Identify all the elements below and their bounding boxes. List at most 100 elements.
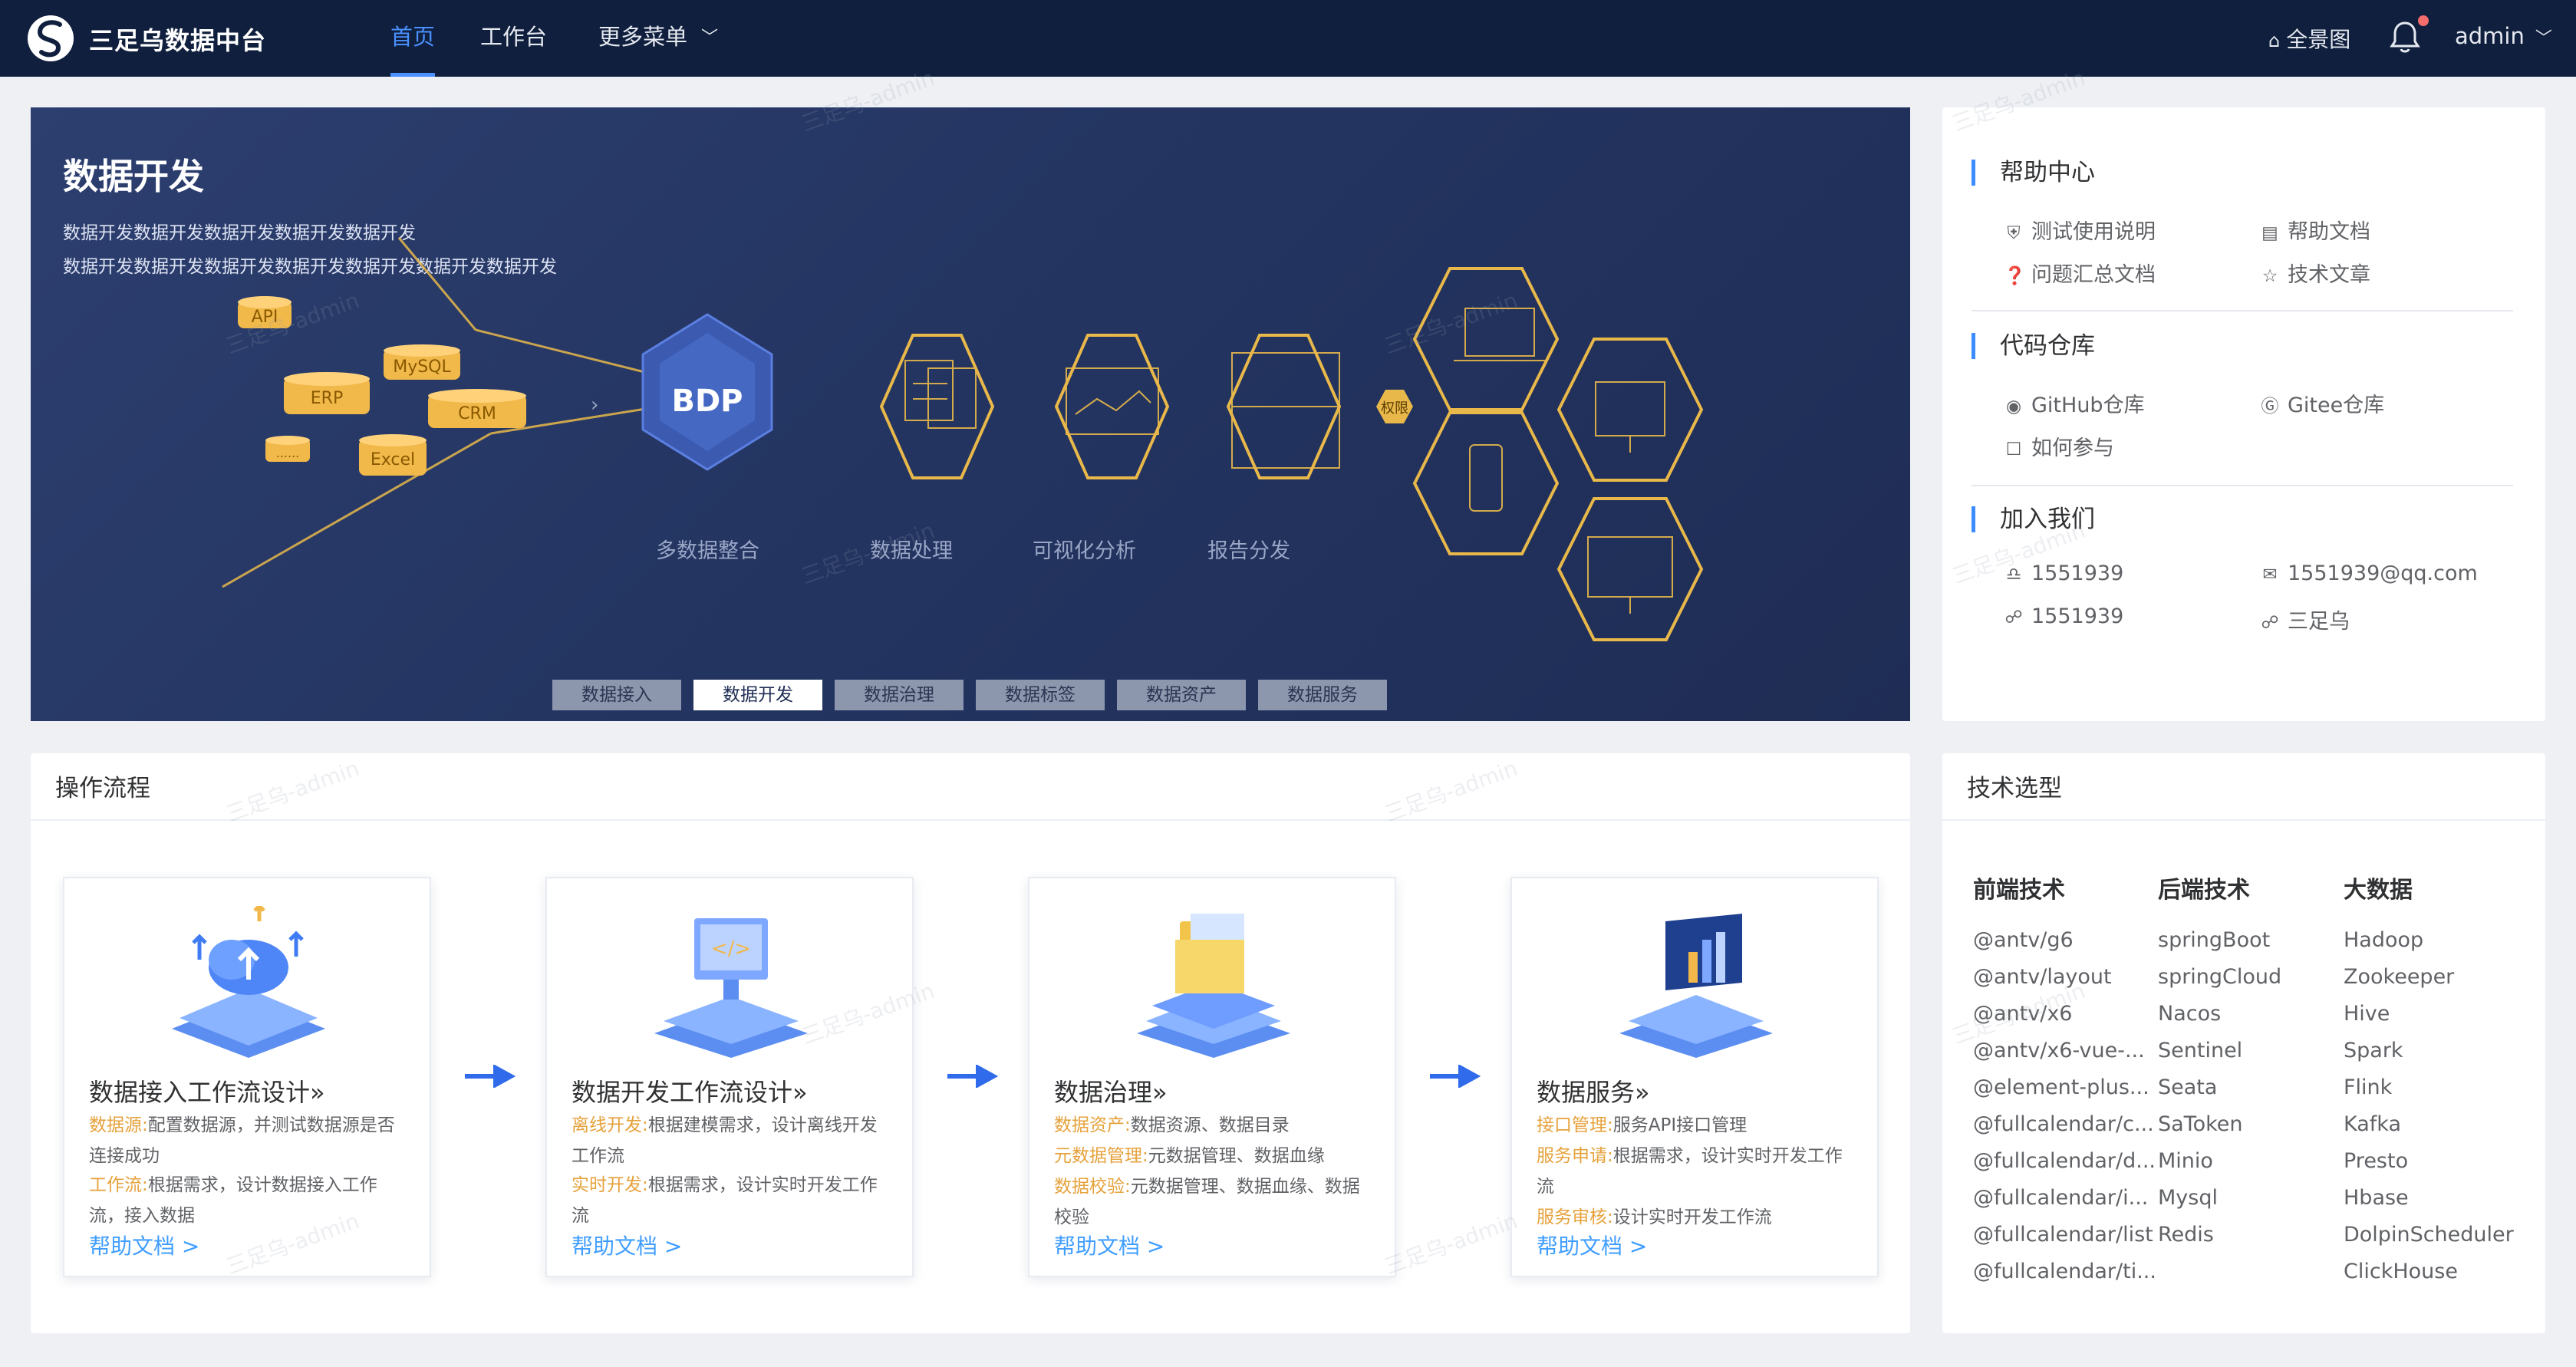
help-item-label: 1551939 (2031, 562, 2124, 585)
flow-arrow-icon (465, 1065, 516, 1088)
tech-item: @fullcalendar/c... (1973, 1112, 2154, 1136)
tab-data-governance[interactable]: 数据治理 (835, 680, 964, 710)
tech-item: Nacos (2158, 1002, 2222, 1026)
nav-home[interactable]: 首页 (390, 0, 436, 77)
source-cylinders: API MySQL ERP CRM Excel ...... (238, 296, 526, 476)
divider (1972, 485, 2513, 486)
star-icon: ☆ (2261, 266, 2278, 286)
help-item-label: 三足乌 (2288, 610, 2350, 634)
permission-label: 权限 (1381, 400, 1408, 417)
flow-desc-line: 服务申请:根据需求，设计实时开发工作流 (1537, 1146, 1843, 1197)
flow-arrow-icon (1430, 1065, 1481, 1088)
nav-workbench[interactable]: 工作台 (480, 0, 547, 77)
cloud-upload-icon (172, 906, 325, 1058)
tv-icon (1587, 536, 1673, 598)
user-menu[interactable]: admin ﹀ (2455, 23, 2552, 49)
bigdata-tech-heading: 大数据 (2344, 877, 2413, 904)
tech-item: @element-plus... (1973, 1075, 2149, 1099)
logo-icon[interactable] (26, 14, 75, 63)
github-link[interactable]: ◉ GitHub仓库 (2004, 388, 2145, 418)
app-title: 三足乌数据中台 (89, 26, 267, 55)
double-chevron-icon: » (1152, 1078, 1168, 1107)
test-instructions-link[interactable]: ⛨ 测试使用说明 (2004, 215, 2156, 245)
tech-item: DolpinScheduler (2344, 1223, 2514, 1247)
laptop-icon (1464, 308, 1535, 357)
flow-desc-line: 工作流:根据需求，设计数据接入工作流，接入数据 (89, 1175, 377, 1226)
bdp-core: BDP (641, 313, 773, 471)
flow-step-title: 数据治理» (1054, 1078, 1168, 1107)
mysql-cylinder: MySQL (384, 344, 460, 380)
faq-docs-link[interactable]: ❓ 问题汇总文档 (2004, 258, 2156, 288)
flow-step-governance[interactable]: 数据治理» 数据资产:数据资源、数据目录 元数据管理:元数据管理、数据血缘 数据… (1028, 877, 1396, 1277)
flow-desc-line: 数据源:配置数据源，并测试数据源是否连接成功 (89, 1115, 395, 1166)
flow-desc-line: 元数据管理:元数据管理、数据血缘 (1054, 1146, 1325, 1166)
permission-hexagon: 权限 (1376, 390, 1413, 423)
flow-step-title: 数据服务» (1537, 1078, 1650, 1107)
flow-step-dev[interactable]: </> 数据开发工作流设计» 离线开发:根据建模需求，设计离线开发工作流 实时开… (545, 877, 914, 1277)
tech-item: Seata (2158, 1075, 2218, 1099)
gitee-icon: Ⓖ (2261, 397, 2279, 417)
nav-more-menu[interactable]: 更多菜单 ﹀ (598, 0, 718, 77)
wechat-icon: ☍ (2261, 613, 2279, 633)
double-chevron-icon: » (310, 1078, 325, 1107)
help-docs-link[interactable]: ▤ 帮助文档 (2260, 215, 2370, 245)
help-doc-link[interactable]: 帮助文档 > (572, 1230, 682, 1260)
tech-item: Presto (2344, 1149, 2409, 1173)
tab-data-label[interactable]: 数据标签 (976, 680, 1105, 710)
tab-data-ingest[interactable]: 数据接入 (552, 680, 681, 710)
tab-data-service[interactable]: 数据服务 (1258, 680, 1387, 710)
help-doc-link[interactable]: 帮助文档 > (89, 1230, 199, 1260)
flow-desc-line: 数据校验:元数据管理、数据血缘、数据校验 (1054, 1177, 1360, 1227)
api-label: API (252, 308, 278, 327)
help-doc-link[interactable]: 帮助文档 > (1054, 1230, 1164, 1260)
monitor-icon (1595, 381, 1665, 436)
divider (1972, 310, 2513, 311)
notification-bell-icon[interactable] (2388, 18, 2422, 55)
flow-arrow-icon (947, 1065, 999, 1088)
notification-badge (2418, 15, 2429, 26)
nav-more-label: 更多菜单 (598, 24, 688, 50)
overview-label: 全景图 (2286, 27, 2351, 52)
flow-step-service[interactable]: 数据服务» 接口管理:服务API接口管理 服务申请:根据需求，设计实时开发工作流… (1510, 877, 1879, 1277)
device-hexagon-4 (1556, 497, 1704, 641)
flow-desc-line: 数据资产:数据资源、数据目录 (1054, 1115, 1290, 1135)
tech-item: Hive (2344, 1002, 2390, 1026)
tech-articles-link[interactable]: ☆ 技术文章 (2260, 258, 2370, 288)
flow-desc-line: 离线开发:根据建模需求，设计离线开发工作流 (572, 1115, 878, 1166)
how-to-contribute-link[interactable]: ☐ 如何参与 (2004, 431, 2114, 461)
data-flow-diagram: API MySQL ERP CRM Excel ...... › BDP 权限 (222, 237, 1704, 641)
tech-item: Sentinel (2158, 1039, 2243, 1062)
stage-processing: 数据处理 (870, 539, 953, 563)
code-monitor-icon: </> (654, 918, 808, 1058)
email-contact[interactable]: ✉ 1551939@qq.com (2260, 562, 2478, 585)
help-item-label: 如何参与 (2031, 436, 2114, 460)
tech-item: Minio (2158, 1149, 2213, 1173)
device-hexagon-3 (1412, 411, 1560, 555)
phone-icon (1469, 444, 1503, 512)
question-icon: ❓ (2004, 266, 2026, 286)
help-item-label: 帮助文档 (2288, 220, 2370, 244)
tech-item: @antv/g6 (1973, 928, 2074, 952)
help-doc-link[interactable]: 帮助文档 > (1537, 1230, 1647, 1260)
tech-item: Mysql (2158, 1186, 2218, 1210)
chevron-down-icon: ﹀ (2535, 29, 2552, 48)
help-item-label: Gitee仓库 (2288, 394, 2385, 417)
tech-item: @antv/x6-vue-... (1973, 1039, 2145, 1062)
mail-icon: ✉ (2262, 565, 2278, 585)
tech-item: @fullcalendar/ti... (1973, 1260, 2156, 1283)
help-item-label: GitHub仓库 (2031, 394, 2145, 417)
home-icon: ⌂ (2268, 30, 2281, 51)
chevron-right-icon: › (591, 394, 598, 417)
tab-data-asset[interactable]: 数据资产 (1117, 680, 1246, 710)
device-hexagon-2 (1556, 338, 1704, 482)
help-item-label: 问题汇总文档 (2031, 263, 2156, 287)
help-center-title: 帮助中心 (1972, 160, 2095, 186)
gitee-link[interactable]: Ⓖ Gitee仓库 (2260, 388, 2385, 418)
mysql-label: MySQL (393, 357, 451, 377)
overview-link[interactable]: ⌂ 全景图 (2268, 23, 2350, 54)
flow-step-ingest[interactable]: 数据接入工作流设计» 数据源:配置数据源，并测试数据源是否连接成功 工作流:根据… (63, 877, 431, 1277)
help-item-label: 1551939@qq.com (2288, 562, 2478, 585)
code-repo-title: 代码仓库 (1972, 333, 2095, 359)
tab-data-dev[interactable]: 数据开发 (693, 680, 822, 710)
more-cylinder: ...... (265, 436, 310, 462)
